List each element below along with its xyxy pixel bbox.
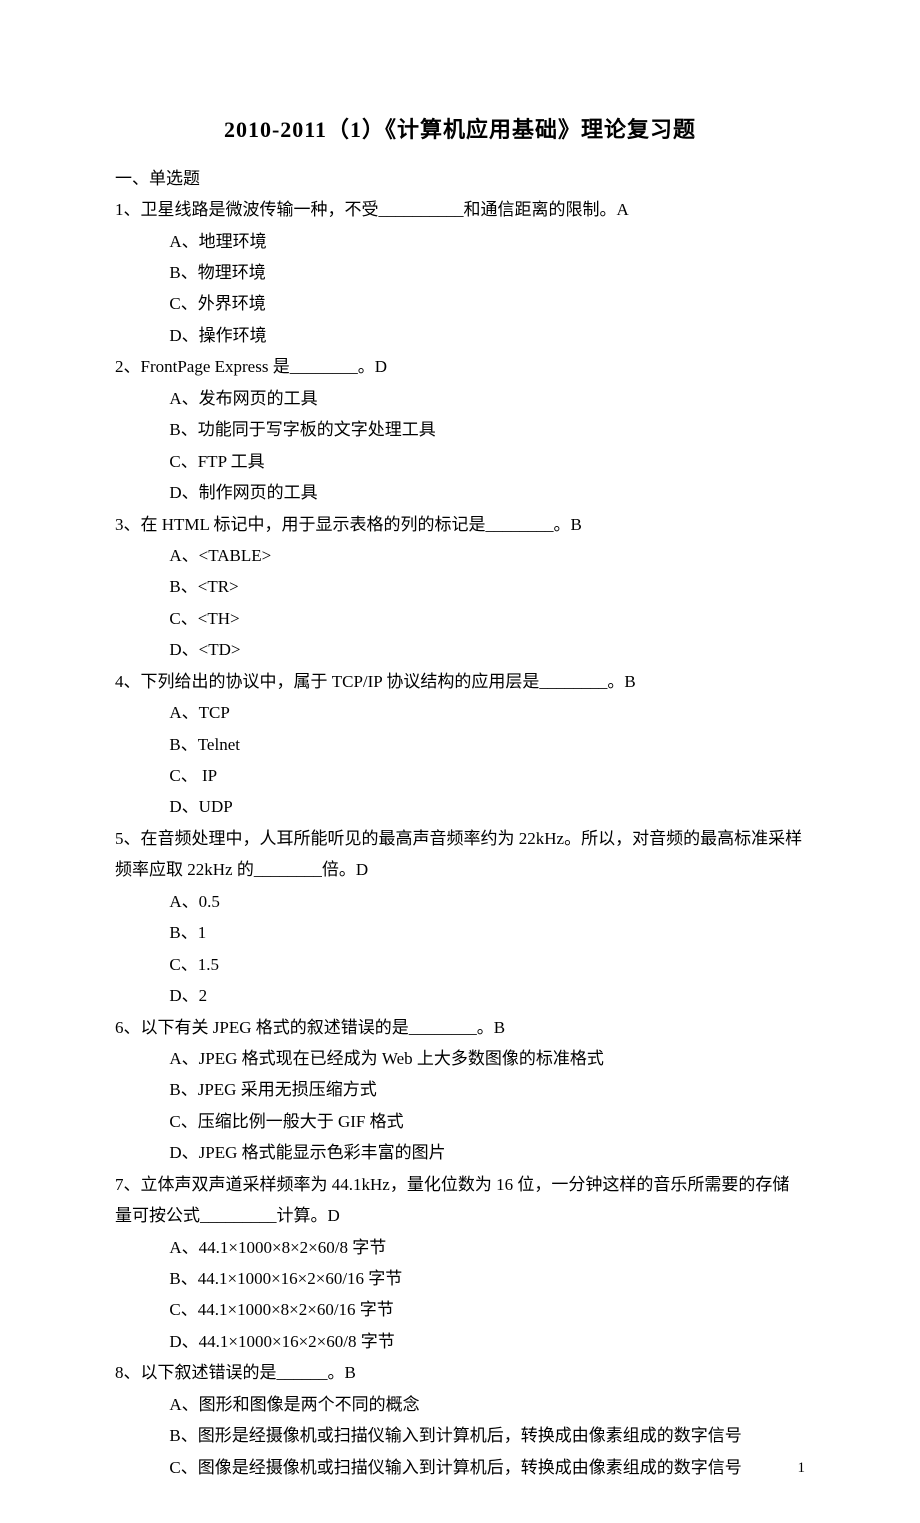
question-option: D、<TD> — [115, 634, 805, 665]
question-stem: 5、在音频处理中，人耳所能听见的最高声音频率约为 22kHz。所以，对音频的最高… — [115, 823, 805, 886]
question-block: 7、立体声双声道采样频率为 44.1kHz，量化位数为 16 位，一分钟这样的音… — [115, 1169, 805, 1358]
question-option: A、TCP — [115, 697, 805, 728]
page-number: 1 — [798, 1455, 806, 1483]
question-option: B、<TR> — [115, 571, 805, 602]
question-option: B、功能同于写字板的文字处理工具 — [115, 414, 805, 445]
question-option: D、2 — [115, 980, 805, 1011]
question-option: B、JPEG 采用无损压缩方式 — [115, 1074, 805, 1105]
question-option: D、JPEG 格式能显示色彩丰富的图片 — [115, 1137, 805, 1168]
question-block: 1、卫星线路是微波传输一种，不受__________和通信距离的限制。A A、地… — [115, 194, 805, 351]
document-page: 2010-2011（1）《计算机应用基础》理论复习题 一、单选题 1、卫星线路是… — [0, 0, 920, 1523]
question-option: A、0.5 — [115, 886, 805, 917]
question-stem: 2、FrontPage Express 是________。D — [115, 351, 805, 382]
question-option: C、图像是经摄像机或扫描仪输入到计算机后，转换成由像素组成的数字信号 — [115, 1452, 805, 1483]
question-stem: 7、立体声双声道采样频率为 44.1kHz，量化位数为 16 位，一分钟这样的音… — [115, 1169, 805, 1232]
question-block: 6、以下有关 JPEG 格式的叙述错误的是________。B A、JPEG 格… — [115, 1012, 805, 1169]
question-block: 8、以下叙述错误的是______。B A、图形和图像是两个不同的概念 B、图形是… — [115, 1357, 805, 1483]
question-block: 5、在音频处理中，人耳所能听见的最高声音频率约为 22kHz。所以，对音频的最高… — [115, 823, 805, 1012]
question-option: A、地理环境 — [115, 226, 805, 257]
question-stem: 3、在 HTML 标记中，用于显示表格的列的标记是________。B — [115, 509, 805, 540]
question-option: B、44.1×1000×16×2×60/16 字节 — [115, 1263, 805, 1294]
question-option: A、<TABLE> — [115, 540, 805, 571]
question-option: C、压缩比例一般大于 GIF 格式 — [115, 1106, 805, 1137]
question-option: C、1.5 — [115, 949, 805, 980]
question-block: 2、FrontPage Express 是________。D A、发布网页的工… — [115, 351, 805, 508]
question-option: D、操作环境 — [115, 320, 805, 351]
question-option: C、 IP — [115, 760, 805, 791]
question-option: A、JPEG 格式现在已经成为 Web 上大多数图像的标准格式 — [115, 1043, 805, 1074]
question-option: A、图形和图像是两个不同的概念 — [115, 1389, 805, 1420]
question-option: B、图形是经摄像机或扫描仪输入到计算机后，转换成由像素组成的数字信号 — [115, 1420, 805, 1451]
question-option: C、FTP 工具 — [115, 446, 805, 477]
question-option: B、物理环境 — [115, 257, 805, 288]
section-heading: 一、单选题 — [115, 163, 805, 194]
question-block: 3、在 HTML 标记中，用于显示表格的列的标记是________。B A、<T… — [115, 509, 805, 666]
question-stem: 4、下列给出的协议中，属于 TCP/IP 协议结构的应用层是________。B — [115, 666, 805, 697]
question-stem: 1、卫星线路是微波传输一种，不受__________和通信距离的限制。A — [115, 194, 805, 225]
question-option: D、UDP — [115, 791, 805, 822]
question-option: B、Telnet — [115, 729, 805, 760]
question-option: D、制作网页的工具 — [115, 477, 805, 508]
page-title: 2010-2011（1）《计算机应用基础》理论复习题 — [115, 110, 805, 151]
question-stem: 8、以下叙述错误的是______。B — [115, 1357, 805, 1388]
question-option: A、发布网页的工具 — [115, 383, 805, 414]
question-option: B、1 — [115, 917, 805, 948]
question-option: D、44.1×1000×16×2×60/8 字节 — [115, 1326, 805, 1357]
question-option: C、<TH> — [115, 603, 805, 634]
question-option: C、外界环境 — [115, 288, 805, 319]
question-option: A、44.1×1000×8×2×60/8 字节 — [115, 1232, 805, 1263]
question-option: C、44.1×1000×8×2×60/16 字节 — [115, 1294, 805, 1325]
question-stem: 6、以下有关 JPEG 格式的叙述错误的是________。B — [115, 1012, 805, 1043]
question-block: 4、下列给出的协议中，属于 TCP/IP 协议结构的应用层是________。B… — [115, 666, 805, 823]
